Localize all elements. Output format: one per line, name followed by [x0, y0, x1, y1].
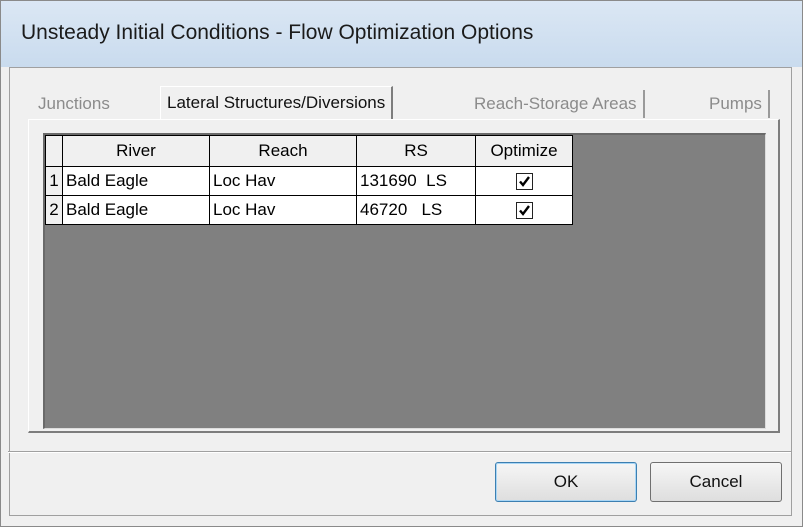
ok-button[interactable]: OK	[495, 462, 637, 502]
column-header-optimize: Optimize	[475, 135, 573, 167]
tab-lateral-structures-diversions[interactable]: Lateral Structures/Diversions	[160, 86, 394, 119]
column-header-rs: RS	[356, 135, 476, 167]
row-number: 1	[45, 166, 63, 196]
cell-reach[interactable]: Loc Hav	[209, 195, 357, 225]
button-separator	[8, 451, 791, 453]
optimize-checkbox[interactable]	[515, 202, 533, 220]
tab-reach-storage-areas[interactable]: Reach-Storage Areas	[468, 90, 645, 118]
dialog-window: Unsteady Initial Conditions - Flow Optim…	[0, 0, 803, 527]
optimization-grid-area: River Reach RS Optimize 1 Bald Eagle Loc…	[43, 133, 766, 429]
row-number: 2	[45, 195, 63, 225]
checkmark-icon	[518, 176, 530, 187]
cell-optimize[interactable]	[475, 195, 573, 225]
column-header-reach: Reach	[209, 135, 357, 167]
checkmark-icon	[518, 205, 530, 216]
cell-rs[interactable]: 131690 LS	[356, 166, 476, 196]
title-bar[interactable]: Unsteady Initial Conditions - Flow Optim…	[1, 1, 802, 67]
cancel-button[interactable]: Cancel	[650, 462, 782, 502]
cell-optimize[interactable]	[475, 166, 573, 196]
cell-river[interactable]: Bald Eagle	[62, 166, 210, 196]
cell-reach[interactable]: Loc Hav	[209, 166, 357, 196]
column-header-river: River	[62, 135, 210, 167]
cell-rs[interactable]: 46720 LS	[356, 195, 476, 225]
dialog-client-area: Junctions Lateral Structures/Diversions …	[8, 67, 792, 516]
table-row: 1 Bald Eagle Loc Hav 131690 LS	[45, 166, 573, 196]
table-row: 2 Bald Eagle Loc Hav 46720 LS	[45, 195, 573, 225]
table-header-row: River Reach RS Optimize	[45, 135, 573, 167]
row-number-header	[45, 135, 63, 167]
tab-pumps[interactable]: Pumps	[703, 90, 770, 118]
optimization-table: River Reach RS Optimize 1 Bald Eagle Loc…	[45, 135, 573, 225]
optimize-checkbox[interactable]	[515, 173, 533, 191]
tab-junctions[interactable]: Junctions	[32, 90, 116, 118]
window-title: Unsteady Initial Conditions - Flow Optim…	[21, 21, 534, 44]
cell-river[interactable]: Bald Eagle	[62, 195, 210, 225]
tab-panel: River Reach RS Optimize 1 Bald Eagle Loc…	[28, 119, 780, 433]
